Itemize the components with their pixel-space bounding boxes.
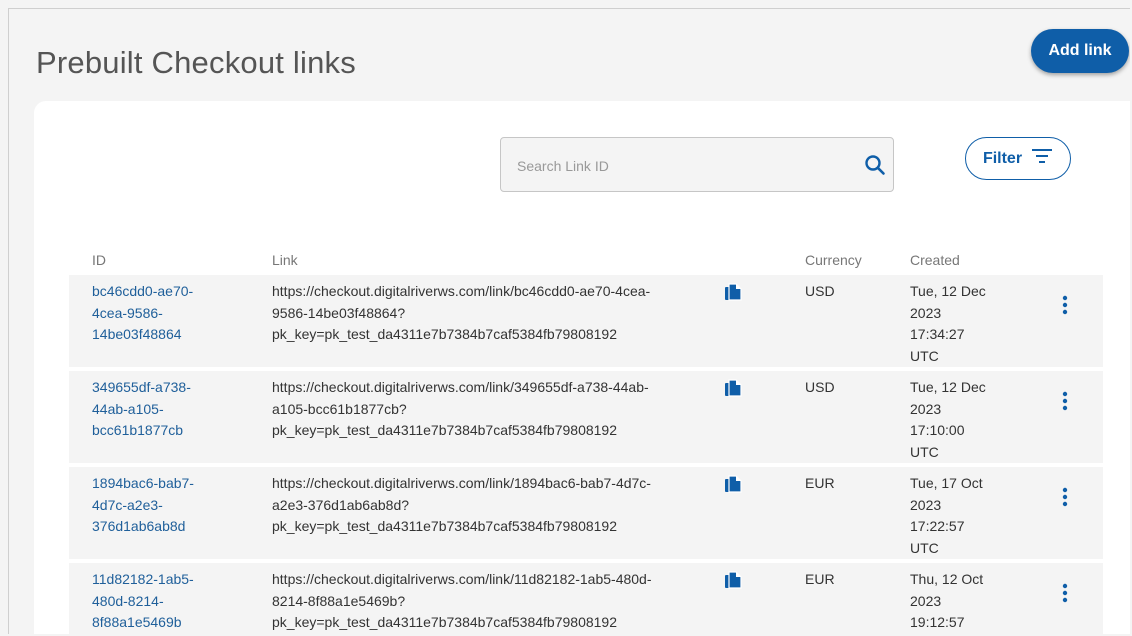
currency: EUR [805, 571, 835, 587]
filter-label: Filter [982, 149, 1023, 167]
link-url: https://checkout.digitalriverws.com/link… [272, 379, 649, 438]
filter-button[interactable]: Filter [965, 137, 1071, 180]
created-date: Tue, 17 Oct 2023 17:22:57 UTC [910, 475, 983, 556]
table-header: ID Link Currency Created [69, 247, 1103, 275]
links-card: Filter ID Link Currency Created bc46cdd0… [34, 101, 1130, 634]
link-id[interactable]: 11d82182-1ab5- 480d-8214- 8f88a1e5469b [92, 569, 242, 634]
header-id: ID [92, 252, 106, 268]
header-currency: Currency [805, 252, 862, 268]
link-url: https://checkout.digitalriverws.com/link… [272, 475, 651, 534]
copy-icon[interactable] [724, 475, 742, 495]
more-vertical-icon[interactable] [1057, 389, 1073, 413]
header-link: Link [272, 252, 298, 268]
link-url: https://checkout.digitalriverws.com/link… [272, 283, 651, 342]
currency: USD [805, 283, 835, 299]
filter-lines-icon [1031, 148, 1053, 169]
search-icon[interactable] [863, 153, 887, 177]
link-url: https://checkout.digitalriverws.com/link… [272, 571, 652, 630]
add-link-button[interactable]: Add link [1031, 29, 1129, 73]
table-row: 1894bac6-bab7- 4d7c-a2e3- 376d1ab6ab8d h… [69, 467, 1103, 559]
link-id[interactable]: bc46cdd0-ae70- 4cea-9586- 14be03f48864 [92, 281, 242, 346]
search-input[interactable] [515, 155, 839, 177]
link-id[interactable]: 1894bac6-bab7- 4d7c-a2e3- 376d1ab6ab8d [92, 473, 242, 538]
created-date: Tue, 12 Dec 2023 17:10:00 UTC [910, 379, 986, 460]
header-created: Created [910, 252, 960, 268]
copy-icon[interactable] [724, 283, 742, 303]
table-row: bc46cdd0-ae70- 4cea-9586- 14be03f48864 h… [69, 275, 1103, 367]
more-vertical-icon[interactable] [1057, 293, 1073, 317]
currency: EUR [805, 475, 835, 491]
more-vertical-icon[interactable] [1057, 581, 1073, 605]
created-date: Tue, 12 Dec 2023 17:34:27 UTC [910, 283, 986, 364]
more-vertical-icon[interactable] [1057, 485, 1073, 509]
page-title: Prebuilt Checkout links [36, 45, 356, 80]
currency: USD [805, 379, 835, 395]
table-row: 349655df-a738- 44ab-a105- bcc61b1877cb h… [69, 371, 1103, 463]
search-box[interactable] [500, 137, 894, 192]
table-row: 11d82182-1ab5- 480d-8214- 8f88a1e5469b h… [69, 563, 1103, 634]
links-table: ID Link Currency Created bc46cdd0-ae70- … [69, 247, 1103, 634]
app-frame: Prebuilt Checkout links Add link Filter [8, 8, 1130, 634]
copy-icon[interactable] [724, 379, 742, 399]
created-date: Thu, 12 Oct 2023 19:12:57 [910, 571, 984, 630]
copy-icon[interactable] [724, 571, 742, 591]
link-id[interactable]: 349655df-a738- 44ab-a105- bcc61b1877cb [92, 377, 242, 442]
